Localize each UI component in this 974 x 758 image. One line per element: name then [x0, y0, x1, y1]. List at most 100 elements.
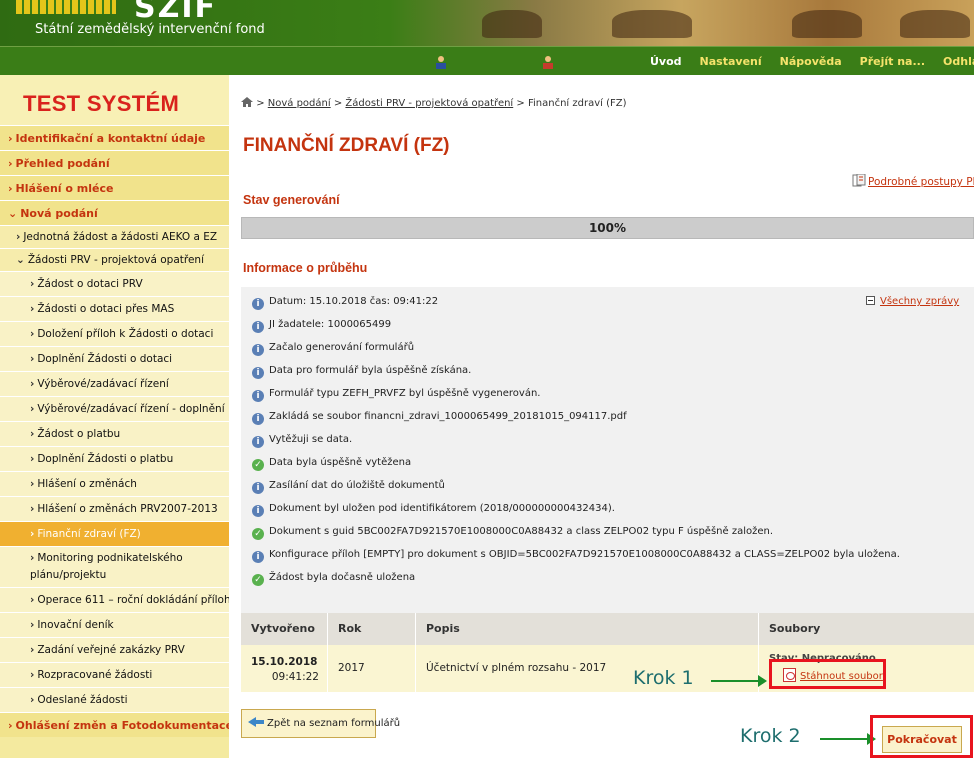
- sidebar-item-prv-applications[interactable]: ⌄ Žádosti PRV - projektová opatření: [0, 248, 229, 271]
- created-cell: 15.10.2018 09:41:22: [241, 645, 328, 692]
- year-cell: 2017: [328, 645, 416, 692]
- sidebar-item-submissions-overview[interactable]: › Přehled podání: [0, 150, 229, 175]
- generation-progress-bar: 100%: [241, 217, 974, 239]
- chevron-right-icon: ›: [30, 303, 35, 315]
- col-created: Vytvořeno: [241, 613, 328, 645]
- log-text: Žádost byla dočasně uložena: [269, 572, 416, 583]
- user-icon[interactable]: [541, 55, 555, 69]
- main-content: > Nová podání > Žádosti PRV - projektová…: [241, 75, 974, 758]
- info-icon: i: [252, 551, 264, 563]
- sidebar-item-sent[interactable]: › Odeslané žádosti: [0, 687, 229, 712]
- step2-annotation: Krok 2: [740, 725, 801, 747]
- arrow-right-icon: [711, 675, 767, 687]
- chevron-right-icon: ›: [30, 403, 35, 415]
- sidebar-item-change-report-prv2007[interactable]: › Hlášení o změnách PRV2007-2013: [0, 496, 229, 521]
- breadcrumb-new-submissions[interactable]: Nová podání: [268, 98, 331, 109]
- chevron-right-icon: ›: [8, 182, 13, 195]
- breadcrumb-current: Finanční zdraví (FZ): [527, 98, 627, 109]
- log-text: Data pro formulář byla úspěšně získána.: [269, 365, 472, 376]
- sidebar-item-subsidy-completion[interactable]: › Doplnění Žádosti o dotaci: [0, 346, 229, 371]
- chevron-right-icon: ›: [16, 231, 21, 243]
- sidebar-item-public-contract[interactable]: › Zadání veřejné zakázky PRV: [0, 637, 229, 662]
- sidebar-item-drafts[interactable]: › Rozpracované žádosti: [0, 662, 229, 687]
- nav-settings[interactable]: Nastavení: [691, 55, 771, 68]
- sidebar-item-financial-health[interactable]: › Finanční zdraví (FZ): [0, 521, 229, 546]
- nav-help[interactable]: Nápověda: [771, 55, 851, 68]
- sidebar-item-tender[interactable]: › Výběrové/zadávací řízení: [0, 371, 229, 396]
- chevron-right-icon: ›: [30, 428, 35, 440]
- document-icon: [852, 173, 866, 187]
- sidebar-item-payment-completion[interactable]: › Doplnění Žádosti o platbu: [0, 446, 229, 471]
- app-header: SZIF Státní zemědělský intervenční fond: [0, 0, 974, 46]
- log-entry: i Data pro formulář byla úspěšně získána.: [252, 362, 471, 380]
- sidebar-item-innovation-diary[interactable]: › Inovační deník: [0, 612, 229, 637]
- progress-log: Všechny zprávy i Datum: 15.10.2018 čas: 0…: [241, 287, 974, 613]
- log-text: Vytěžuji se data.: [269, 434, 353, 445]
- log-entry: ✓ Dokument s guid 5BC002FA7D921570E100800…: [252, 523, 773, 541]
- sidebar-item-payment-request[interactable]: › Žádost o platbu: [0, 421, 229, 446]
- log-text: Dokument byl uložen pod identifikátorem …: [269, 503, 615, 514]
- header-banner-image: [482, 10, 542, 38]
- sidebar-item-changes-photo[interactable]: › Ohlášení změn a Fotodokumentace: [0, 712, 229, 737]
- sidebar-item-prv-subsidy[interactable]: › Žádost o dotaci PRV: [0, 271, 229, 296]
- breadcrumb: > Nová podání > Žádosti PRV - projektová…: [241, 97, 627, 109]
- download-highlight: [769, 659, 886, 689]
- chevron-right-icon: ›: [30, 478, 35, 490]
- sidebar-item-mas-subsidy[interactable]: › Žádosti o dotaci přes MAS: [0, 296, 229, 321]
- continue-button[interactable]: Pokračovat: [882, 726, 962, 753]
- log-text: Dokument s guid 5BC002FA7D921570E1008000…: [269, 526, 774, 537]
- help-link[interactable]: Podrobné postupy PRV: [852, 173, 974, 188]
- log-text: Zasílání dat do úložiště dokumentů: [269, 480, 445, 491]
- check-circle-icon: ✓: [252, 528, 264, 540]
- sidebar-item-tender-completion[interactable]: › Výběrové/zadávací řízení - doplnění: [0, 396, 229, 421]
- breadcrumb-prv-applications[interactable]: Žádosti PRV - projektová opatření: [345, 98, 513, 109]
- sidebar-item-operation-611[interactable]: › Operace 611 – roční dokládání příloh: [0, 587, 229, 612]
- app-subtitle: Státní zemědělský intervenční fond: [35, 22, 265, 37]
- log-text: Formulář typu ZEFH_PRVFZ byl úspěšně vyg…: [269, 388, 541, 399]
- nav-logout[interactable]: Odhlásit: [934, 55, 974, 68]
- chevron-down-icon: ⌄: [16, 254, 25, 266]
- home-icon[interactable]: [241, 97, 253, 107]
- info-icon: i: [252, 367, 264, 379]
- user-icon[interactable]: [434, 55, 448, 69]
- log-entry: i Formulář typu ZEFH_PRVFZ byl úspěšně vy…: [252, 385, 540, 403]
- sidebar-item-attachments[interactable]: › Doložení příloh k Žádosti o dotaci: [0, 321, 229, 346]
- system-brand: TEST SYSTÉM: [0, 75, 229, 125]
- generation-heading: Stav generování: [243, 193, 340, 207]
- chevron-right-icon: ›: [8, 719, 13, 732]
- szif-logo: SZIF: [16, 0, 316, 25]
- sidebar-item-milk-report[interactable]: › Hlášení o mléce: [0, 175, 229, 200]
- log-entry: i Vytěžuji se data.: [252, 431, 352, 449]
- log-entry: i Dokument byl uložen pod identifikátorem…: [252, 500, 615, 518]
- table-header: Vytvořeno Rok Popis Soubory: [241, 613, 974, 645]
- info-icon: i: [252, 505, 264, 517]
- nav-go-to[interactable]: Přejít na...: [851, 55, 934, 68]
- all-messages-toggle[interactable]: Všechny zprávy: [866, 296, 959, 307]
- step1-annotation: Krok 1: [633, 667, 694, 689]
- log-text: Začalo generování formulářů: [269, 342, 415, 353]
- top-navigation: Úvod Nastavení Nápověda Přejít na... Odh…: [0, 46, 974, 75]
- sidebar-item-single-application[interactable]: › Jednotná žádost a žádosti AEKO a EZ: [0, 225, 229, 248]
- chevron-right-icon: ›: [30, 453, 35, 465]
- nav-home[interactable]: Úvod: [641, 55, 691, 68]
- col-description: Popis: [416, 613, 759, 645]
- chevron-right-icon: ›: [30, 669, 35, 681]
- back-to-forms-button[interactable]: Zpět na seznam formulářů: [241, 709, 400, 738]
- arrow-right-icon: [820, 733, 876, 745]
- info-icon: i: [252, 482, 264, 494]
- log-entry: i JI žadatele: 1000065499: [252, 316, 391, 334]
- col-files: Soubory: [769, 622, 821, 635]
- check-circle-icon: ✓: [252, 459, 264, 471]
- log-entry: i Zakládá se soubor financni_zdravi_10000…: [252, 408, 627, 426]
- arrow-left-icon: [248, 717, 256, 727]
- sidebar: TEST SYSTÉM › Identifikační a kontaktní ú…: [0, 75, 229, 758]
- sidebar-item-identification[interactable]: › Identifikační a kontaktní údaje: [0, 125, 229, 150]
- sidebar-item-new-submissions[interactable]: ⌄ Nová podání: [0, 200, 229, 225]
- sidebar-item-business-plan-monitoring[interactable]: › Monitoring podnikatelského plánu/projek…: [0, 546, 229, 587]
- sidebar-item-change-report[interactable]: › Hlášení o změnách: [0, 471, 229, 496]
- chevron-right-icon: ›: [30, 619, 35, 631]
- log-entry: i Zasílání dat do úložiště dokumentů: [252, 477, 445, 495]
- chevron-right-icon: ›: [30, 528, 35, 540]
- check-circle-icon: ✓: [252, 574, 264, 586]
- log-entry: i Datum: 15.10.2018 čas: 09:41:22: [252, 293, 438, 311]
